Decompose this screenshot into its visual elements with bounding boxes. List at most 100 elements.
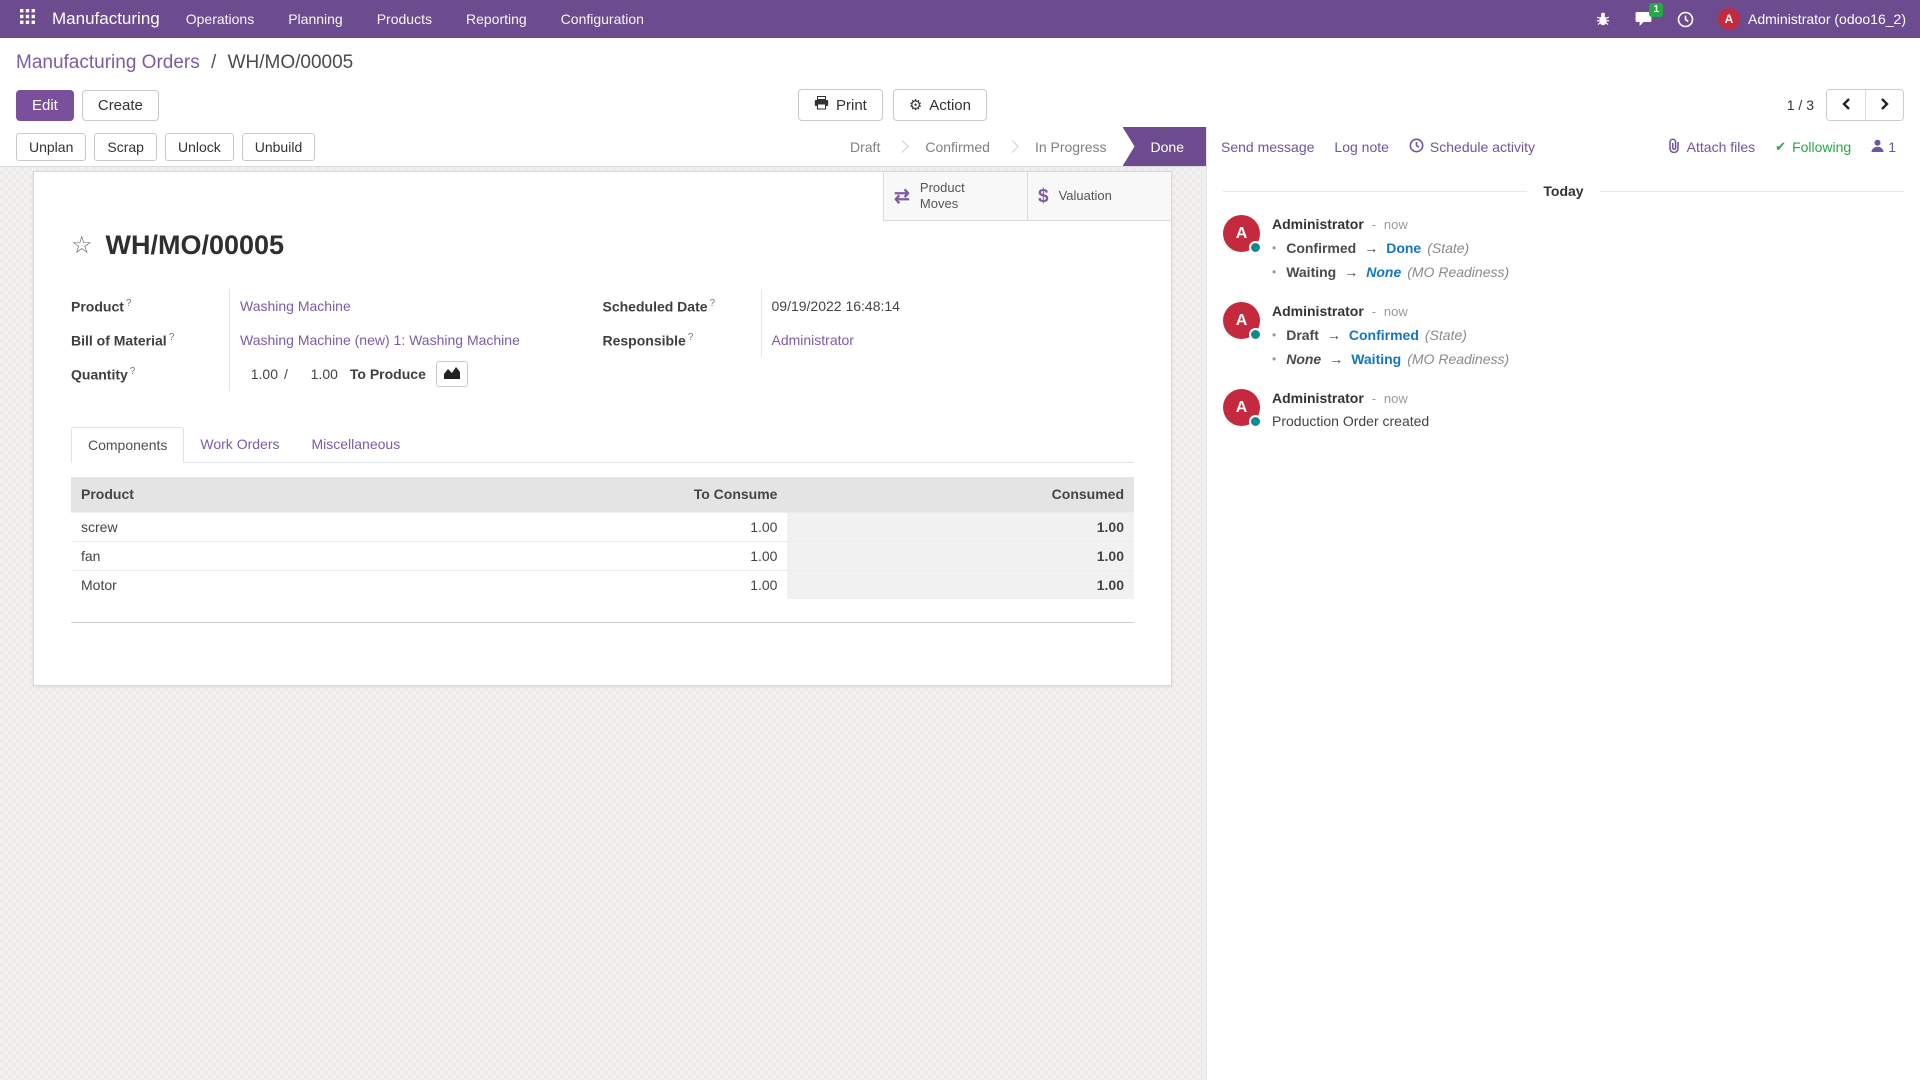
form-view-background: ⇄ Product Moves $ Valuation ☆ WH/MO/0000… <box>0 167 1206 1080</box>
pager-next-button[interactable] <box>1865 90 1903 120</box>
edit-button[interactable]: Edit <box>16 90 74 121</box>
valuation-label: Valuation <box>1059 188 1112 204</box>
breadcrumb-separator: / <box>211 52 216 73</box>
messages-chat-icon[interactable]: 1 <box>1635 11 1653 27</box>
paperclip-icon <box>1667 138 1681 156</box>
message-header: Administrator - now <box>1272 216 1509 232</box>
header-consumed: Consumed <box>787 477 1134 512</box>
state-separator-icon <box>1006 140 1019 153</box>
dollar-icon: $ <box>1038 187 1049 206</box>
menu-products[interactable]: Products <box>377 11 432 27</box>
check-icon: ✔ <box>1775 139 1786 155</box>
user-menu[interactable]: A Administrator (odoo16_2) <box>1718 8 1906 30</box>
help-marker: ? <box>688 332 694 343</box>
table-footer-line <box>71 599 1134 623</box>
breadcrumb-parent-link[interactable]: Manufacturing Orders <box>16 52 200 73</box>
tracking-field-name: (State) <box>1425 327 1467 343</box>
printer-icon <box>814 96 829 114</box>
table-row[interactable]: fan 1.00 1.00 <box>71 541 1134 570</box>
send-message-button[interactable]: Send message <box>1221 139 1314 155</box>
menu-reporting[interactable]: Reporting <box>466 11 527 27</box>
tracking-old-value: Waiting <box>1286 264 1336 280</box>
table-row[interactable]: screw 1.00 1.00 <box>71 512 1134 541</box>
product-moves-stat-button[interactable]: ⇄ Product Moves <box>883 172 1027 221</box>
scheduled-date-label: Scheduled Date? <box>603 298 761 315</box>
tracking-new-value: Done <box>1386 240 1421 256</box>
unplan-button[interactable]: Unplan <box>16 133 86 161</box>
create-button[interactable]: Create <box>82 90 159 121</box>
pager-value: 1 / 3 <box>1787 97 1814 113</box>
user-name: Administrator (odoo16_2) <box>1748 11 1906 27</box>
scrap-button[interactable]: Scrap <box>94 133 157 161</box>
tracking-new-value: Waiting <box>1351 351 1401 367</box>
action-buttons-row: Edit Create Print ⚙ Action 1 / 3 <box>0 83 1920 127</box>
schedule-activity-button[interactable]: Schedule activity <box>1409 138 1535 156</box>
state-done-active[interactable]: Done <box>1123 127 1206 166</box>
field-scheduled-date: Scheduled Date? 09/19/2022 16:48:14 <box>603 289 1135 323</box>
state-confirmed[interactable]: Confirmed <box>909 127 1006 166</box>
tab-components[interactable]: Components <box>71 427 184 463</box>
menu-planning[interactable]: Planning <box>288 11 343 27</box>
product-moves-label: Product Moves <box>920 180 982 213</box>
message-avatar: A <box>1223 389 1260 426</box>
table-header-row: Product To Consume Consumed <box>71 477 1134 512</box>
record-title-block: ☆ WH/MO/00005 <box>71 230 1171 261</box>
forecast-chart-button[interactable] <box>436 361 468 387</box>
avatar-letter: A <box>1236 312 1248 330</box>
stat-buttons: ⇄ Product Moves $ Valuation <box>883 172 1171 221</box>
print-button[interactable]: Print <box>798 89 883 121</box>
form-sheet: ⇄ Product Moves $ Valuation ☆ WH/MO/0000… <box>33 171 1172 686</box>
state-in-progress[interactable]: In Progress <box>1019 127 1123 166</box>
favorite-star-icon[interactable]: ☆ <box>71 234 93 258</box>
arrow-icon: → <box>1327 327 1341 343</box>
log-note-button[interactable]: Log note <box>1334 139 1389 155</box>
cell-to-consume: 1.00 <box>376 512 787 541</box>
valuation-stat-button[interactable]: $ Valuation <box>1027 172 1171 221</box>
message-time: now <box>1384 391 1408 406</box>
following-button[interactable]: ✔ Following <box>1775 139 1851 155</box>
followers-button[interactable]: 1 <box>1871 139 1896 155</box>
bullet-icon: • <box>1272 241 1276 255</box>
product-value-link[interactable]: Washing Machine <box>240 298 351 314</box>
quantity-produced: 1.00 <box>240 366 278 382</box>
tracking-new-value: Confirmed <box>1349 327 1419 343</box>
message-count-badge: 1 <box>1649 3 1663 17</box>
online-presence-dot <box>1249 415 1262 428</box>
menu-operations[interactable]: Operations <box>186 11 254 27</box>
message-author[interactable]: Administrator <box>1272 303 1364 319</box>
action-button[interactable]: ⚙ Action <box>893 89 987 121</box>
chatter-header: Send message Log note Schedule activity <box>1207 127 1920 167</box>
responsible-value-link[interactable]: Administrator <box>772 332 854 348</box>
apps-menu-button[interactable] <box>14 6 40 32</box>
message-time: now <box>1384 217 1408 232</box>
message-author[interactable]: Administrator <box>1272 390 1364 406</box>
attach-files-button[interactable]: Attach files <box>1667 138 1755 156</box>
arrow-icon: → <box>1364 240 1378 256</box>
record-action-buttons: Print ⚙ Action <box>798 89 987 121</box>
tab-work-orders[interactable]: Work Orders <box>184 427 295 462</box>
unlock-button[interactable]: Unlock <box>165 133 234 161</box>
arrow-icon: → <box>1329 351 1343 367</box>
state-draft[interactable]: Draft <box>834 127 896 166</box>
user-avatar: A <box>1718 8 1740 30</box>
message-author[interactable]: Administrator <box>1272 216 1364 232</box>
breadcrumb: Manufacturing Orders / WH/MO/00005 <box>16 52 1904 74</box>
current-app-name[interactable]: Manufacturing <box>52 9 160 29</box>
field-bill-of-material: Bill of Material? Washing Machine (new) … <box>71 323 603 357</box>
avatar-letter: A <box>1236 399 1248 417</box>
activities-clock-icon[interactable] <box>1677 11 1694 28</box>
table-row[interactable]: Motor 1.00 1.00 <box>71 570 1134 599</box>
statusbar-buttons: Unplan Scrap Unlock Unbuild <box>16 133 315 161</box>
debug-bug-icon[interactable] <box>1595 11 1611 27</box>
tab-miscellaneous[interactable]: Miscellaneous <box>295 427 416 462</box>
pager-previous-button[interactable] <box>1827 90 1865 120</box>
menu-configuration[interactable]: Configuration <box>561 11 644 27</box>
help-marker: ? <box>130 366 136 377</box>
unbuild-button[interactable]: Unbuild <box>242 133 315 161</box>
following-label: Following <box>1792 139 1851 155</box>
arrow-icon: → <box>1344 264 1358 280</box>
quantity-total: 1.00 <box>294 366 338 382</box>
message-header: Administrator - now <box>1272 303 1509 319</box>
bom-value-link[interactable]: Washing Machine (new) 1: Washing Machine <box>240 332 520 348</box>
transfer-arrows-icon: ⇄ <box>894 187 910 206</box>
